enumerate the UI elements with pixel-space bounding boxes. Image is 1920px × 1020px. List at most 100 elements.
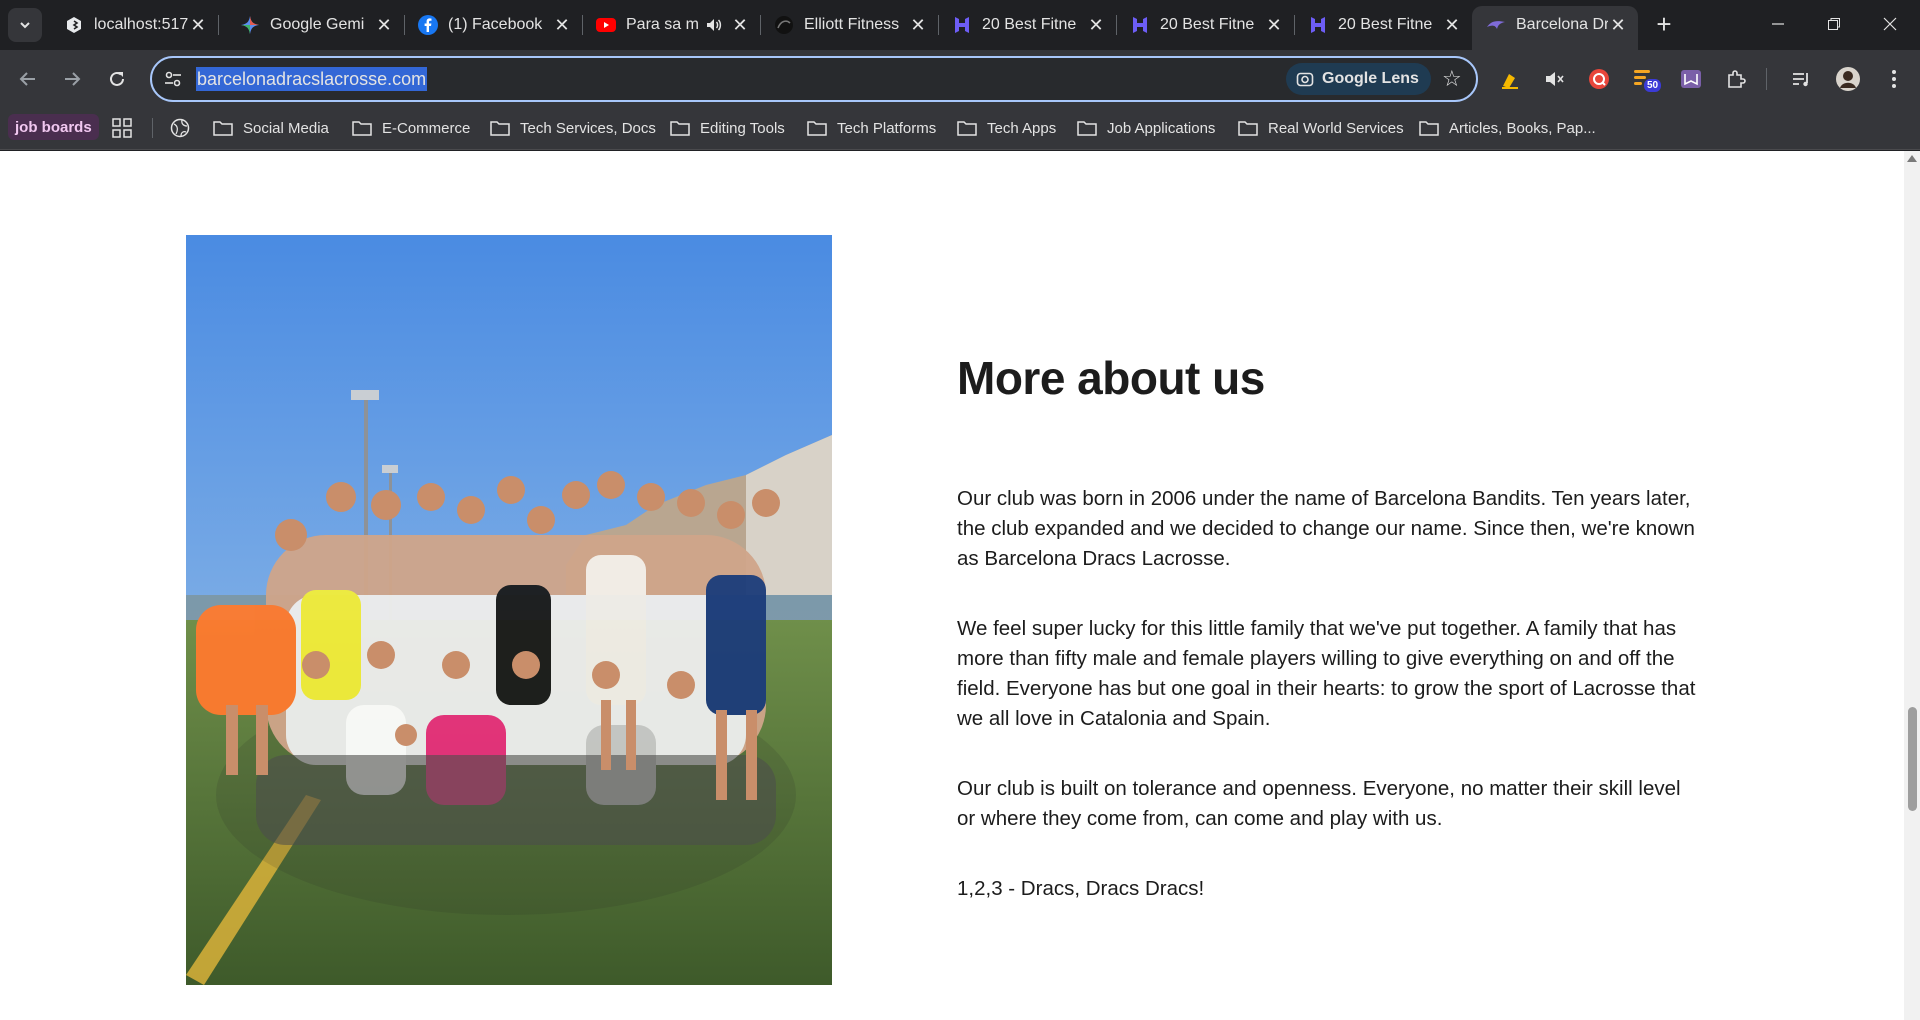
tab-localhost[interactable]: localhost:517 ✕	[50, 6, 219, 44]
folder-icon	[1238, 121, 1258, 136]
close-icon	[1883, 17, 1897, 31]
toolbar-divider	[1766, 68, 1767, 90]
highlighter-extension-icon[interactable]	[1496, 65, 1524, 93]
tab-title: 20 Best Fitne	[1338, 16, 1433, 33]
browser-toolbar: barcelonadracslacrosse.com Google Lens ☆…	[0, 50, 1920, 108]
tab-title: Para sa m	[626, 16, 699, 33]
menu-kebab-icon[interactable]	[1880, 65, 1908, 93]
bookmark-folder-social-media[interactable]: Social Media	[213, 116, 329, 140]
globe-icon[interactable]	[170, 116, 190, 140]
tab-search-button[interactable]	[8, 8, 42, 42]
media-controls-icon[interactable]	[1787, 65, 1815, 93]
minimize-button[interactable]	[1750, 0, 1806, 48]
folder-icon	[957, 121, 977, 136]
page-scrollbar[interactable]	[1904, 151, 1920, 1020]
close-tab-icon[interactable]: ✕	[188, 15, 208, 35]
rss-extension-icon[interactable]: 50	[1630, 65, 1662, 93]
paragraph-family: We feel super lucky for this little fami…	[957, 617, 1696, 730]
address-bar[interactable]: barcelonadracslacrosse.com Google Lens ☆	[150, 56, 1478, 102]
apps-grid-icon[interactable]	[112, 116, 132, 140]
close-tab-icon[interactable]: ✕	[1608, 15, 1628, 35]
tab-strip: localhost:517 ✕ Google Gemi ✕ (1) Facebo…	[0, 0, 1920, 50]
tab-best-fitness-2[interactable]: 20 Best Fitne ✕	[1116, 6, 1295, 44]
web-page: More about us Our club was born in 2006 …	[0, 151, 1904, 1020]
bookmark-folder-editing-tools[interactable]: Editing Tools	[670, 116, 785, 140]
extension-badge: 50	[1644, 79, 1662, 92]
close-tab-icon[interactable]: ✕	[908, 15, 928, 35]
paragraph-chant: 1,2,3 - Dracs, Dracs Dracs!	[957, 877, 1205, 900]
arrow-right-icon	[65, 72, 81, 86]
h-logo-icon	[1308, 15, 1328, 35]
quiz-extension-icon[interactable]	[1585, 65, 1613, 93]
tab-youtube[interactable]: Para sa m ✕	[582, 6, 761, 44]
extensions-puzzle-icon[interactable]	[1722, 65, 1750, 93]
close-tab-icon[interactable]: ✕	[1264, 15, 1284, 35]
bookmark-folder-real-world-services[interactable]: Real World Services	[1238, 116, 1404, 140]
speaker-icon[interactable]	[704, 15, 724, 35]
close-window-button[interactable]	[1862, 0, 1918, 48]
tab-facebook[interactable]: (1) Facebook ✕	[404, 6, 583, 44]
dragon-icon	[1486, 15, 1506, 35]
tab-title: Elliott Fitness	[804, 16, 900, 33]
bookmark-folder-tech-apps[interactable]: Tech Apps	[957, 116, 1056, 140]
team-photo	[186, 235, 832, 985]
bookmark-folder-tech-services[interactable]: Tech Services, Docs	[490, 116, 656, 140]
bookmark-folder-articles-books[interactable]: Articles, Books, Pap...	[1419, 116, 1596, 140]
mute-icon[interactable]	[1540, 65, 1568, 93]
close-tab-icon[interactable]: ✕	[374, 15, 394, 35]
close-tab-icon[interactable]: ✕	[730, 15, 750, 35]
folder-icon	[1419, 121, 1439, 136]
profile-avatar[interactable]	[1834, 65, 1862, 93]
tab-gemini[interactable]: Google Gemi ✕	[226, 6, 405, 44]
bookmark-folder-e-commerce[interactable]: E-Commerce	[352, 116, 470, 140]
reader-extension-icon[interactable]	[1677, 65, 1705, 93]
bookmark-folder-tech-platforms[interactable]: Tech Platforms	[807, 116, 936, 140]
close-tab-icon[interactable]: ✕	[1442, 15, 1462, 35]
minimize-icon	[1772, 23, 1784, 25]
facebook-icon	[418, 15, 438, 35]
paragraph-openness: Our club is built on tolerance and openn…	[957, 777, 1681, 830]
close-tab-icon[interactable]: ✕	[1086, 15, 1106, 35]
tab-best-fitness-3[interactable]: 20 Best Fitne ✕	[1294, 6, 1472, 44]
bookmarks-bar: job boards Social Media E-Commerce Tech …	[0, 108, 1920, 150]
tab-barcelona-dracs[interactable]: Barcelona Dr ✕	[1472, 6, 1638, 50]
url-text[interactable]: barcelonadracslacrosse.com	[196, 67, 428, 91]
new-tab-button[interactable]: +	[1650, 9, 1678, 39]
bookmark-job-boards[interactable]: job boards	[8, 114, 99, 140]
gemini-icon	[240, 15, 260, 35]
back-button[interactable]	[12, 63, 44, 95]
google-lens-button[interactable]: Google Lens	[1286, 63, 1431, 95]
close-tab-icon[interactable]: ✕	[552, 15, 572, 35]
reload-button[interactable]	[101, 63, 133, 95]
folder-icon	[490, 121, 510, 136]
restore-button[interactable]	[1806, 0, 1862, 48]
h-logo-icon	[1130, 15, 1150, 35]
circle-logo-icon	[774, 15, 794, 35]
camera-lens-icon	[1296, 72, 1314, 87]
youtube-icon	[596, 15, 616, 35]
paragraph-history: Our club was born in 2006 under the name…	[957, 487, 1695, 570]
forward-button[interactable]	[56, 63, 88, 95]
folder-icon	[352, 121, 372, 136]
tab-elliott-fitness[interactable]: Elliott Fitness ✕	[760, 6, 939, 44]
folder-icon	[213, 121, 233, 136]
site-settings-icon[interactable]	[162, 68, 184, 90]
bookmark-folder-job-applications[interactable]: Job Applications	[1077, 116, 1215, 140]
chevron-down-icon	[20, 22, 30, 29]
localhost-icon	[64, 15, 84, 35]
bookmark-star-icon[interactable]: ☆	[1442, 66, 1462, 92]
folder-icon	[670, 121, 690, 136]
folder-icon	[1077, 121, 1097, 136]
tab-title: 20 Best Fitne	[982, 16, 1077, 33]
reload-icon	[110, 71, 124, 86]
tab-title: 20 Best Fitne	[1160, 16, 1255, 33]
scroll-thumb[interactable]	[1908, 707, 1917, 811]
tab-title: Google Gemi	[270, 16, 365, 33]
folder-icon	[807, 121, 827, 136]
google-lens-label: Google Lens	[1322, 70, 1419, 87]
tab-best-fitness-1[interactable]: 20 Best Fitne ✕	[938, 6, 1117, 44]
scroll-up-arrow-icon[interactable]	[1907, 155, 1917, 162]
team-photo-image	[186, 235, 832, 985]
h-logo-icon	[952, 15, 972, 35]
tab-title: Barcelona Dr	[1516, 16, 1608, 33]
